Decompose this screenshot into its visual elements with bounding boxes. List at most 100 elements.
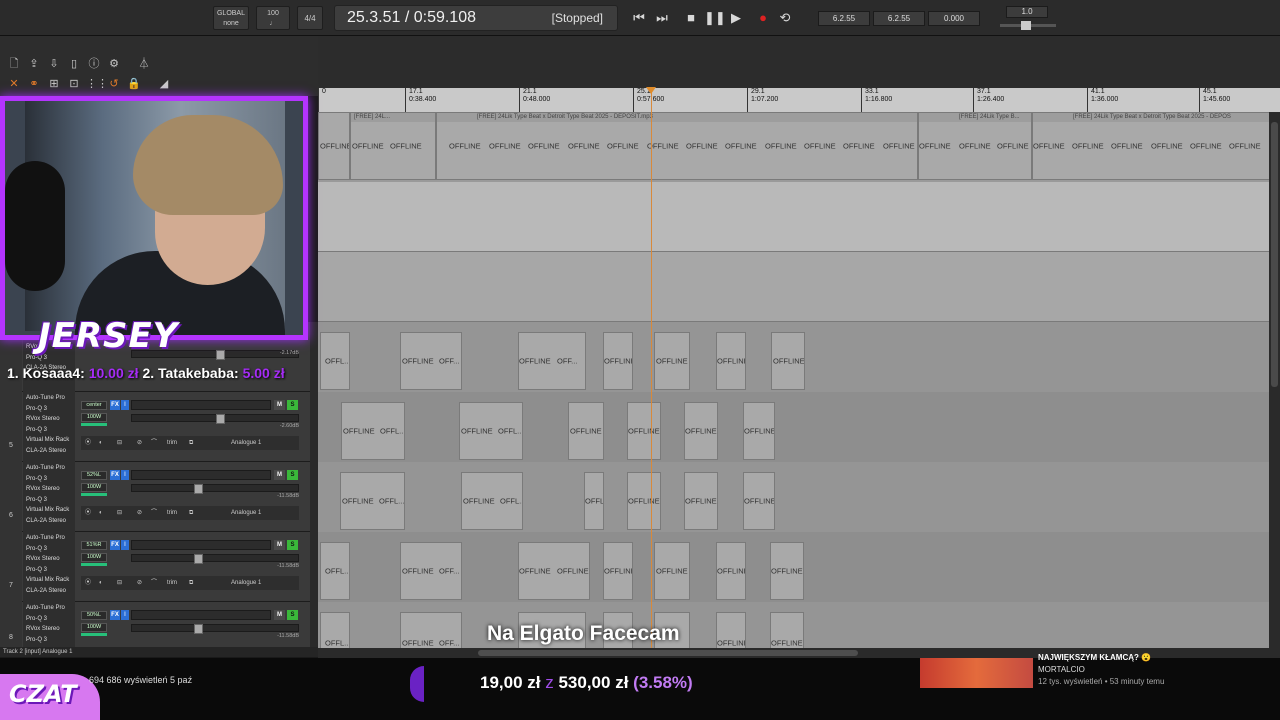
audio-item[interactable]: OFFLINE xyxy=(716,542,746,600)
vocal-track-lane[interactable]: OFFL... OFFLINE OFF... OFFLINE OFFLINE xyxy=(318,602,1270,648)
fx-chain-icon[interactable]: ⧉ xyxy=(189,576,193,590)
metronome-icon[interactable]: ⏃ xyxy=(136,56,152,72)
playrate-field[interactable]: 1.0 xyxy=(1006,6,1048,18)
track-name-field[interactable] xyxy=(131,610,271,620)
record-mode-icon[interactable]: ⊟ xyxy=(117,436,122,450)
envelope-icon[interactable]: ⌒ xyxy=(151,576,157,590)
play-icon[interactable]: ▶ xyxy=(726,8,746,28)
lock-icon[interactable]: 🔒 xyxy=(126,76,142,92)
monitor-icon[interactable]: ◐ xyxy=(99,506,103,520)
ripple-edit-icon[interactable]: ✕ xyxy=(6,76,22,92)
pan-knob[interactable]: 52%L xyxy=(81,471,107,480)
input-button[interactable]: I xyxy=(121,400,129,410)
mute-button[interactable]: M xyxy=(274,610,285,620)
audio-item[interactable]: OFFLINE OFFL... xyxy=(461,472,523,530)
fx-slot[interactable]: RVox Stereo xyxy=(26,624,72,635)
fx-slot[interactable]: Pro-Q 3 xyxy=(26,565,72,576)
audio-item[interactable]: OFFLINE xyxy=(770,612,804,648)
fx-slot[interactable]: Pro-Q 3 xyxy=(26,474,72,485)
fx-list[interactable]: Auto-Tune Pro Pro-Q 3 RVox Stereo Pro-Q … xyxy=(23,602,75,647)
mute-button[interactable]: M xyxy=(274,540,285,550)
phase-icon[interactable]: ⊘ xyxy=(137,436,142,450)
pause-icon[interactable]: ❚❚ xyxy=(704,8,726,28)
monitor-icon[interactable]: ◐ xyxy=(99,436,103,450)
record-mode-icon[interactable]: ⊟ xyxy=(117,506,122,520)
fx-slot[interactable]: RVox Stereo xyxy=(26,554,72,565)
vocal-track-lane[interactable]: OFFLINEOFFL... OFFLINEOFFL... OFFL... OF… xyxy=(318,462,1270,532)
global-automation-button[interactable]: GLOBAL none xyxy=(213,6,249,30)
horizontal-scrollbar-thumb[interactable] xyxy=(478,650,858,656)
audio-item[interactable]: OFFLINE xyxy=(654,542,690,600)
open-project-icon[interactable]: ⇪ xyxy=(26,56,42,72)
playhead-cursor[interactable] xyxy=(651,88,652,648)
beat-track-lane[interactable]: OFFLINE [FREE] 24L... OFFLINE OFFLINE [F… xyxy=(318,112,1270,182)
record-arm-icon[interactable]: ⦿ xyxy=(85,576,91,590)
trim-label[interactable]: trim xyxy=(167,506,177,520)
fx-slot[interactable]: CLA-2A Stereo xyxy=(26,516,72,527)
vertical-scrollbar-thumb[interactable] xyxy=(1271,122,1278,387)
solo-button[interactable]: S xyxy=(287,610,298,620)
empty-track-lane[interactable] xyxy=(318,182,1270,252)
volume-fader-knob[interactable] xyxy=(216,414,225,424)
fx-slot[interactable]: Pro-Q 3 xyxy=(26,404,72,415)
fx-slot[interactable]: RVox Stereo xyxy=(26,484,72,495)
audio-item[interactable]: OFFL... xyxy=(320,542,350,600)
audio-item[interactable]: OFFLINE OFFL... xyxy=(341,402,405,460)
audio-item[interactable]: OFFLINE xyxy=(716,612,746,648)
monitor-icon[interactable]: ◐ xyxy=(99,576,103,590)
audio-item[interactable]: OFFLINE xyxy=(716,332,746,390)
selection-end-field[interactable]: 6.2.55 xyxy=(873,11,925,26)
channel-name[interactable]: MORTALCIO xyxy=(1038,664,1280,676)
audio-item[interactable]: OFFL... xyxy=(584,472,604,530)
audio-item[interactable]: OFFLINE xyxy=(743,402,775,460)
loop-icon[interactable]: ⟲ xyxy=(775,8,795,28)
audio-item[interactable]: OFFLINE OFF... xyxy=(518,332,586,390)
record-mode-icon[interactable]: ⊟ xyxy=(117,576,122,590)
fx-slot[interactable]: Auto-Tune Pro xyxy=(26,533,72,544)
audio-item[interactable]: OFFLINE xyxy=(743,472,775,530)
grid-icon[interactable]: ⊞ xyxy=(46,76,62,92)
auto-crossfade-icon[interactable]: ↺ xyxy=(106,76,122,92)
audio-item[interactable]: OFFLINE OFF... xyxy=(400,542,462,600)
fx-button[interactable]: FX xyxy=(110,400,120,410)
playhead-marker-icon[interactable] xyxy=(646,87,656,94)
track-name-field[interactable] xyxy=(131,400,271,410)
fx-button[interactable]: FX xyxy=(110,610,120,620)
audio-item[interactable]: OFFLINE xyxy=(627,472,661,530)
undo-history-icon[interactable]: ⓘ xyxy=(86,56,102,72)
audio-item[interactable]: OFFLINE xyxy=(627,402,661,460)
go-to-end-icon[interactable]: ⏭ xyxy=(652,8,672,28)
empty-track-lane[interactable] xyxy=(318,252,1270,322)
audio-item[interactable]: OFFLINE xyxy=(603,332,633,390)
fx-slot[interactable]: RVox Stereo xyxy=(26,414,72,425)
track-6[interactable]: 6 Auto-Tune Pro Pro-Q 3 RVox Stereo Pro-… xyxy=(0,462,310,532)
audio-item[interactable]: [FREE] 24Lik Type B... OFFLINE OFFLINE O… xyxy=(918,112,1032,180)
volume-fader-knob[interactable] xyxy=(194,554,203,564)
input-button[interactable]: I xyxy=(121,610,129,620)
volume-fader[interactable] xyxy=(131,414,299,424)
vocal-track-lane[interactable]: OFFL... OFFLINE OFF... OFFLINE OFFLINE OFF… xyxy=(318,532,1270,602)
fx-button[interactable]: FX xyxy=(110,470,120,480)
track-7[interactable]: 7 Auto-Tune Pro Pro-Q 3 RVox Stereo Pro-… xyxy=(0,532,310,602)
bpm-box[interactable]: 100 ♩ xyxy=(256,6,290,30)
envelope-tool-icon[interactable]: ◢ xyxy=(156,76,172,92)
playrate-slider-knob[interactable] xyxy=(1021,21,1031,30)
new-project-icon[interactable]: 🗋 xyxy=(6,56,22,72)
phase-icon[interactable]: ⊘ xyxy=(137,576,142,590)
input-select[interactable]: Analogue 1 xyxy=(231,576,261,590)
envelope-icon[interactable]: ⌒ xyxy=(151,506,157,520)
save-project-icon[interactable]: ⇩ xyxy=(46,56,62,72)
width-knob[interactable]: 100W xyxy=(81,483,107,492)
stop-icon[interactable]: ■ xyxy=(681,8,701,28)
volume-fader-knob[interactable] xyxy=(194,624,203,634)
fx-slot[interactable]: Auto-Tune Pro xyxy=(26,393,72,404)
fx-list[interactable]: Auto-Tune Pro Pro-Q 3 RVox Stereo Pro-Q … xyxy=(23,392,75,462)
input-select[interactable]: Analogue 1 xyxy=(231,436,261,450)
track-5[interactable]: 5 Auto-Tune Pro Pro-Q 3 RVox Stereo Pro-… xyxy=(0,392,310,462)
audio-item[interactable]: OFFL... xyxy=(320,612,350,648)
vocal-track-lane[interactable]: OFFL... OFFLINE OFF... OFFLINE OFF... OFFL… xyxy=(318,322,1270,392)
video-thumbnail[interactable] xyxy=(920,658,1033,688)
pan-knob[interactable]: center xyxy=(81,401,107,410)
fx-list[interactable]: Auto-Tune Pro Pro-Q 3 RVox Stereo Pro-Q … xyxy=(23,462,75,532)
fx-slot[interactable]: Pro-Q 3 xyxy=(26,495,72,506)
